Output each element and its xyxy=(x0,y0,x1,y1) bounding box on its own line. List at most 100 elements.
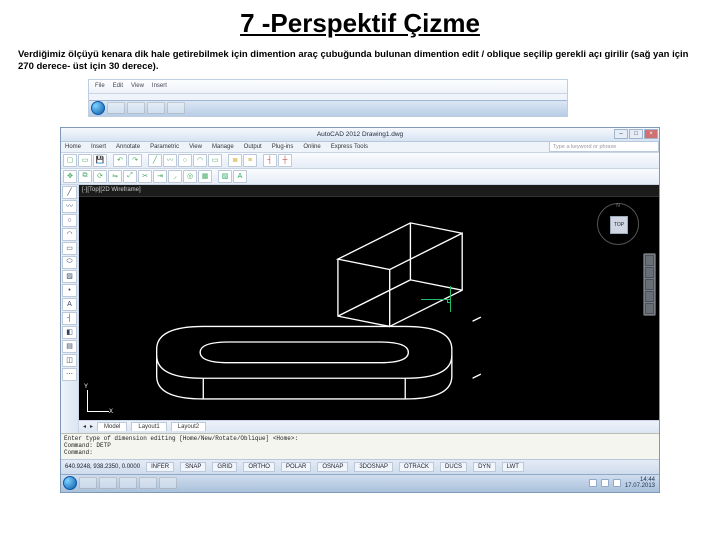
circle-icon[interactable]: ○ xyxy=(178,154,192,167)
taskbar-button[interactable] xyxy=(107,102,125,114)
tray-flag-icon[interactable] xyxy=(613,479,621,487)
pal-ellipse-icon[interactable]: ⬭ xyxy=(62,256,77,269)
maximize-button[interactable]: □ xyxy=(629,129,643,139)
taskbar-button[interactable] xyxy=(99,477,117,489)
layer-icon[interactable]: ≣ xyxy=(228,154,242,167)
taskbar-button[interactable] xyxy=(159,477,177,489)
perspective-drawing xyxy=(79,197,659,420)
system-tray: 14:44 17.07.2013 xyxy=(589,477,655,489)
rotate-icon[interactable]: ⟳ xyxy=(93,170,107,183)
layout-tab-2[interactable]: Layout2 xyxy=(171,422,206,431)
offset-icon[interactable]: ◎ xyxy=(183,170,197,183)
tray-volume-icon[interactable] xyxy=(589,479,597,487)
pal-more-icon[interactable]: ⋯ xyxy=(62,368,77,381)
status-otrack[interactable]: OTRACK xyxy=(399,462,434,472)
polyline-icon[interactable]: 〰 xyxy=(163,154,177,167)
ribbon-tab[interactable]: Annotate xyxy=(116,144,140,150)
pal-table-icon[interactable]: ▤ xyxy=(62,340,77,353)
status-grid[interactable]: GRID xyxy=(212,462,237,472)
new-icon[interactable]: ▢ xyxy=(63,154,77,167)
page-title: 7 -Perspektif Çizme xyxy=(18,8,702,39)
ribbon-tab[interactable]: Manage xyxy=(212,144,234,150)
crosshair-pickbox xyxy=(447,299,451,303)
layer-props-icon[interactable]: ≡ xyxy=(243,154,257,167)
rect-icon[interactable]: ▭ xyxy=(208,154,222,167)
ribbon-tab[interactable]: Express Tools xyxy=(331,144,368,150)
copy-icon[interactable]: ⧉ xyxy=(78,170,92,183)
command-line[interactable]: Enter type of dimension editing [Home/Ne… xyxy=(61,433,659,459)
arc-icon[interactable]: ◠ xyxy=(193,154,207,167)
status-3dosnap[interactable]: 3DOSNAP xyxy=(354,462,393,472)
start-orb-icon[interactable] xyxy=(91,101,105,115)
layout-tab-prev-icon[interactable]: ◂ xyxy=(83,423,86,430)
pal-point-icon[interactable]: • xyxy=(62,284,77,297)
search-input[interactable]: Type a keyword or phrase xyxy=(549,141,659,152)
fillet-icon[interactable]: ◞ xyxy=(168,170,182,183)
top-strip-menu-item[interactable]: Insert xyxy=(152,83,167,89)
model-canvas[interactable]: N TOP xyxy=(79,197,659,420)
line-icon[interactable]: ╱ xyxy=(148,154,162,167)
extend-icon[interactable]: ⇥ xyxy=(153,170,167,183)
scale-icon[interactable]: ⤢ xyxy=(123,170,137,183)
open-icon[interactable]: ▭ xyxy=(78,154,92,167)
hatch-icon[interactable]: ▨ xyxy=(218,170,232,183)
pal-circle-icon[interactable]: ○ xyxy=(62,214,77,227)
ribbon-tab[interactable]: Online xyxy=(303,144,320,150)
taskbar-button[interactable] xyxy=(147,102,165,114)
top-strip: File Edit View Insert xyxy=(88,79,568,117)
top-strip-menu-item[interactable]: File xyxy=(95,83,105,89)
ribbon-tab[interactable]: Output xyxy=(244,144,262,150)
trim-icon[interactable]: ✂ xyxy=(138,170,152,183)
pal-text-icon[interactable]: A xyxy=(62,298,77,311)
pal-hatch-icon[interactable]: ▨ xyxy=(62,270,77,283)
taskbar-button[interactable] xyxy=(119,477,137,489)
redo-icon[interactable]: ↷ xyxy=(128,154,142,167)
status-osnap[interactable]: OSNAP xyxy=(317,462,348,472)
status-ducs[interactable]: DUCS xyxy=(440,462,467,472)
status-ortho[interactable]: ORTHO xyxy=(243,462,275,472)
tray-date: 17.07.2013 xyxy=(625,483,655,489)
taskbar-button[interactable] xyxy=(79,477,97,489)
tray-clock[interactable]: 14:44 17.07.2013 xyxy=(625,477,655,489)
layout-tab-model[interactable]: Model xyxy=(97,422,127,431)
ucs-x-label: X xyxy=(109,409,113,415)
tray-network-icon[interactable] xyxy=(601,479,609,487)
pal-region-icon[interactable]: ◫ xyxy=(62,354,77,367)
ribbon-tab[interactable]: Home xyxy=(65,144,81,150)
layout-tab-next-icon[interactable]: ▸ xyxy=(90,423,93,430)
move-icon[interactable]: ✥ xyxy=(63,170,77,183)
status-polar[interactable]: POLAR xyxy=(281,462,311,472)
mirror-icon[interactable]: ⇋ xyxy=(108,170,122,183)
close-button[interactable]: × xyxy=(644,129,658,139)
dim-icon[interactable]: ┤ xyxy=(263,154,277,167)
top-strip-menu-item[interactable]: Edit xyxy=(113,83,123,89)
minimize-button[interactable]: – xyxy=(614,129,628,139)
undo-icon[interactable]: ↶ xyxy=(113,154,127,167)
pal-rect-icon[interactable]: ▭ xyxy=(62,242,77,255)
status-snap[interactable]: SNAP xyxy=(180,462,206,472)
top-strip-menu-item[interactable]: View xyxy=(131,83,144,89)
status-infer[interactable]: INFER xyxy=(146,462,174,472)
pal-arc-icon[interactable]: ◠ xyxy=(62,228,77,241)
ribbon-tab[interactable]: Plug-ins xyxy=(272,144,294,150)
pal-line-icon[interactable]: ╱ xyxy=(62,186,77,199)
ribbon-tab[interactable]: Insert xyxy=(91,144,106,150)
slide: 7 -Perspektif Çizme Verdiğimiz ölçüyü ke… xyxy=(0,0,720,540)
ribbon-tab[interactable]: Parametric xyxy=(150,144,179,150)
status-lwt[interactable]: LWT xyxy=(502,462,524,472)
pal-poly-icon[interactable]: 〰 xyxy=(62,200,77,213)
dim-edit-icon[interactable]: ┼ xyxy=(278,154,292,167)
text-icon[interactable]: A xyxy=(233,170,247,183)
pal-block-icon[interactable]: ◧ xyxy=(62,326,77,339)
layout-tab-1[interactable]: Layout1 xyxy=(131,422,166,431)
start-orb-icon[interactable] xyxy=(63,476,77,490)
ribbon-tab[interactable]: View xyxy=(189,144,202,150)
status-dyn[interactable]: DYN xyxy=(473,462,496,472)
save-icon[interactable]: 💾 xyxy=(93,154,107,167)
ucs-icon: Y X xyxy=(87,380,119,412)
taskbar-button[interactable] xyxy=(167,102,185,114)
pal-dim-icon[interactable]: ┤ xyxy=(62,312,77,325)
taskbar-button[interactable] xyxy=(127,102,145,114)
taskbar-button[interactable] xyxy=(139,477,157,489)
array-icon[interactable]: ▦ xyxy=(198,170,212,183)
